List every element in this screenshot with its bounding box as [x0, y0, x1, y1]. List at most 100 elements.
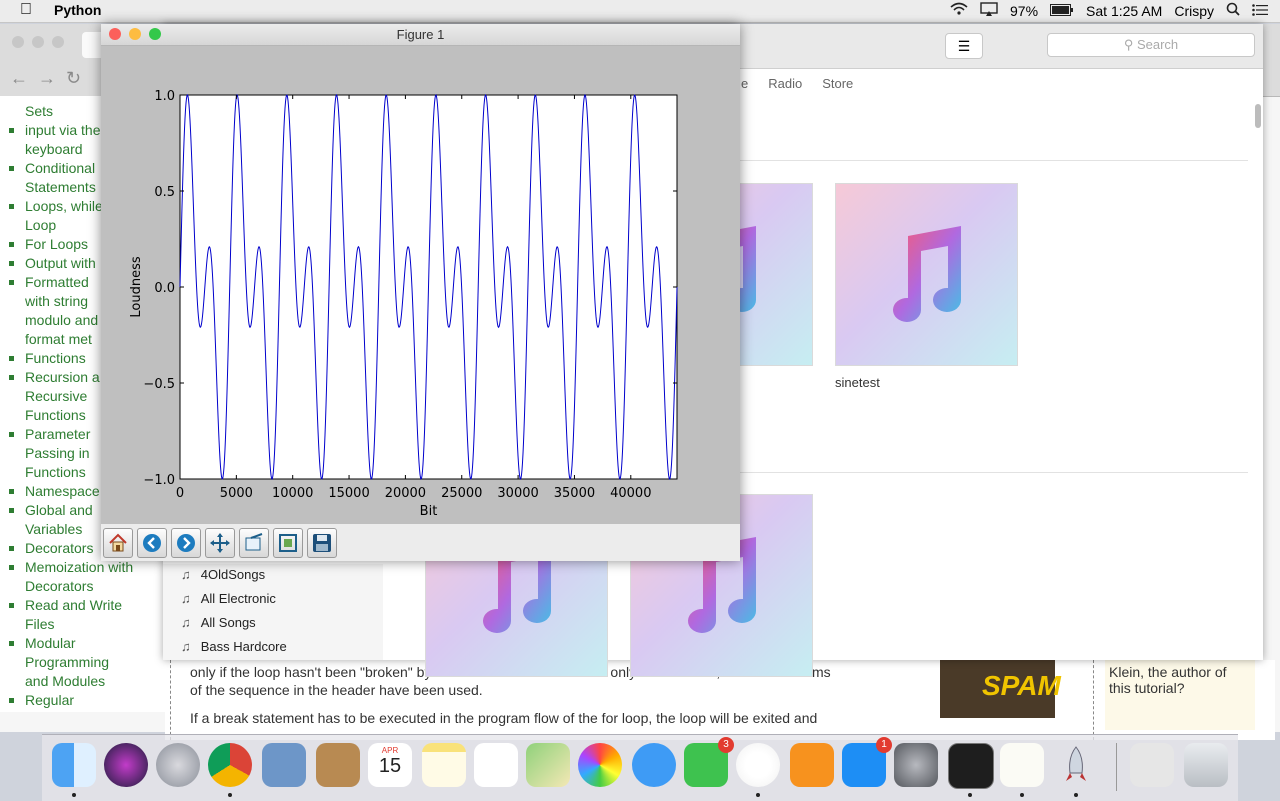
app-name-menu[interactable]: Python	[54, 2, 101, 18]
notes-icon[interactable]	[422, 743, 466, 787]
ibooks-icon[interactable]	[790, 743, 834, 787]
tutorial-nav-item[interactable]: Decorators	[0, 577, 165, 596]
facetime-badge: 3	[718, 737, 734, 753]
clock[interactable]: Sat 1:25 AM	[1086, 3, 1162, 19]
album-art-sinetest[interactable]	[835, 183, 1018, 366]
pan-icon[interactable]	[205, 528, 235, 558]
playlist-label: Bass Hardcore	[200, 639, 287, 654]
maps-icon[interactable]	[526, 743, 570, 787]
playlist-list: ♫ 4OldSongs ♫ All Electronic ♫ All Songs ♫ B…	[163, 564, 383, 660]
y-tick-label: 0.0	[154, 281, 175, 296]
dock-separator	[1116, 743, 1117, 791]
tutorial-nav-item[interactable]: Regular	[0, 691, 165, 710]
browser-close-button[interactable]	[12, 36, 24, 48]
tutorial-nav-item[interactable]: and Modules	[0, 672, 165, 691]
playlist-item[interactable]: ♫ 4OldSongs	[181, 567, 265, 582]
user-name[interactable]: Crispy	[1174, 3, 1214, 19]
y-tick-label: −1.0	[143, 473, 175, 488]
playlist-icon: ♫	[181, 615, 191, 630]
spotlight-search-icon[interactable]	[1226, 2, 1240, 19]
back-icon[interactable]	[137, 528, 167, 558]
nav-link-store[interactable]: Store	[822, 76, 853, 91]
apple-menu-icon[interactable]: 	[20, 1, 32, 19]
running-indicator	[228, 793, 232, 797]
x-tick-label: 15000	[328, 486, 369, 501]
playlist-label: 4OldSongs	[200, 567, 266, 582]
reminders-icon[interactable]	[474, 743, 518, 787]
tutorial-nav-item[interactable]: Files	[0, 615, 165, 634]
home-icon[interactable]	[103, 528, 133, 558]
appstore-badge: 1	[876, 737, 892, 753]
wifi-icon[interactable]	[950, 2, 968, 19]
browser-minimize-button[interactable]	[32, 36, 44, 48]
playlist-icon: ♫	[181, 639, 191, 654]
album-title[interactable]: sinetest	[835, 375, 880, 390]
x-tick-label: 5000	[220, 486, 253, 501]
running-indicator	[756, 793, 760, 797]
contacts-icon[interactable]	[316, 743, 360, 787]
y-tick-label: 0.5	[154, 185, 175, 200]
spam-image: SPAM	[940, 660, 1061, 718]
x-tick-label: 20000	[385, 486, 426, 501]
rocket-icon[interactable]	[1054, 743, 1098, 787]
tutorial-nav-item[interactable]: Read and Write	[0, 596, 165, 615]
back-arrow-icon[interactable]: ←	[10, 68, 28, 89]
itunes-search-input[interactable]: ⚲ Search	[1047, 33, 1255, 57]
x-tick-label: 35000	[554, 486, 595, 501]
battery-percent[interactable]: 97%	[1010, 3, 1038, 19]
nav-link-radio[interactable]: Radio	[768, 76, 802, 91]
tutorial-nav-item[interactable]: Expressions	[0, 710, 165, 712]
music-note-icon	[893, 226, 961, 322]
save-icon[interactable]	[307, 528, 337, 558]
chrome-icon[interactable]	[208, 743, 252, 787]
y-tick-label: −0.5	[143, 377, 175, 392]
x-tick-label: 10000	[272, 486, 313, 501]
messages-icon[interactable]	[632, 743, 676, 787]
siri-icon[interactable]	[104, 743, 148, 787]
reload-icon[interactable]: ↻	[66, 68, 81, 89]
side-box: Klein, the author of this tutorial?	[1105, 660, 1255, 730]
playlist-icon: ♫	[181, 591, 191, 606]
forward-icon[interactable]	[171, 528, 201, 558]
x-tick-label: 0	[176, 486, 184, 501]
playlist-item[interactable]: ♫ All Electronic	[181, 591, 276, 606]
playlist-label: All Electronic	[200, 591, 276, 606]
itunes-scrollbar[interactable]	[1255, 104, 1261, 128]
photos-icon[interactable]	[578, 743, 622, 787]
x-tick-label: 30000	[497, 486, 538, 501]
plot-canvas[interactable]: 0 5000 10000 15000 20000 25000 30000 35000 40000…	[101, 45, 740, 524]
tutorial-nav-item[interactable]: Modular	[0, 634, 165, 653]
itunes-nav: e Radio Store	[741, 76, 853, 91]
playlist-item[interactable]: ♫ All Songs	[181, 615, 256, 630]
itunes-icon[interactable]	[736, 743, 780, 787]
calendar-icon[interactable]: APR 15	[368, 743, 412, 787]
calendar-day: 15	[378, 755, 402, 777]
finder-icon[interactable]	[52, 743, 96, 787]
battery-icon[interactable]	[1050, 3, 1074, 19]
music-folder-icon[interactable]	[1130, 743, 1174, 787]
system-preferences-icon[interactable]	[894, 743, 938, 787]
notification-center-icon[interactable]	[1252, 3, 1268, 19]
tutorial-nav-item[interactable]: Programming	[0, 653, 165, 672]
appstore-icon[interactable]: 1	[842, 737, 892, 787]
trash-icon[interactable]	[1184, 743, 1228, 787]
article-left-border	[170, 660, 171, 740]
preview-icon[interactable]	[262, 743, 306, 787]
terminal-icon[interactable]	[948, 743, 994, 789]
subplots-icon[interactable]	[239, 528, 269, 558]
playlist-item[interactable]: ♫ Bass Hardcore	[181, 639, 287, 654]
launchpad-icon[interactable]	[156, 743, 200, 787]
side-line-1: Klein, the author of	[1109, 664, 1227, 680]
textedit-icon[interactable]	[1000, 743, 1044, 787]
figure-titlebar[interactable]: Figure 1	[101, 24, 740, 46]
list-view-button[interactable]: ☰	[945, 33, 983, 59]
facetime-icon[interactable]: 3	[684, 737, 734, 787]
airplay-icon[interactable]	[980, 2, 998, 19]
nav-link-partial[interactable]: e	[741, 76, 748, 91]
forward-arrow-icon[interactable]: →	[38, 68, 56, 89]
zoom-icon[interactable]	[273, 528, 303, 558]
browser-zoom-button[interactable]	[52, 36, 64, 48]
side-box-border	[1093, 660, 1094, 740]
article-line-2: of the sequence in the header have been …	[190, 682, 483, 698]
search-placeholder: Search	[1136, 37, 1179, 52]
